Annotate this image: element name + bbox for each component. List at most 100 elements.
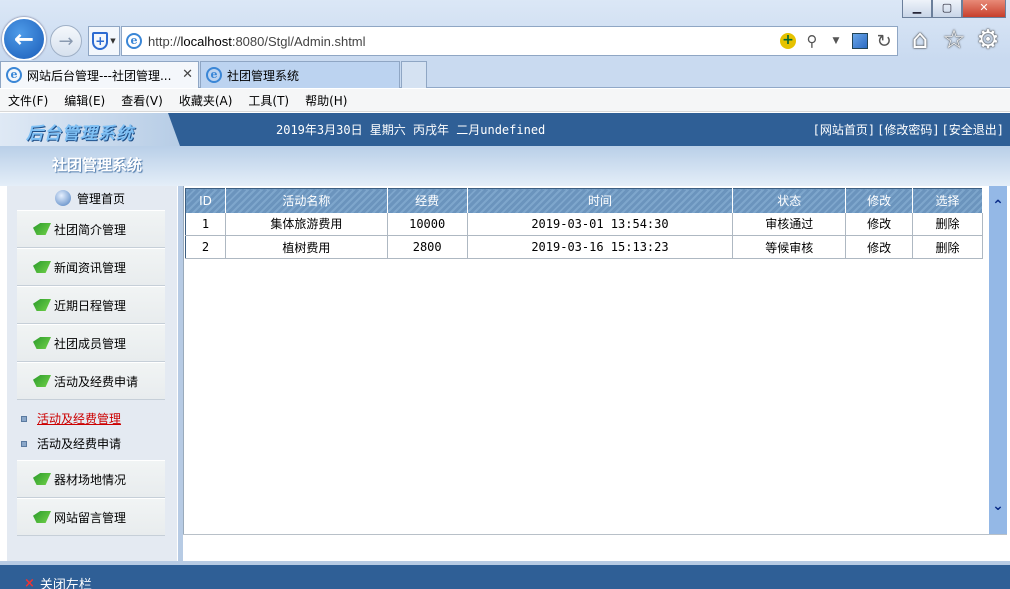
cell-name: 集体旅游费用 (225, 212, 388, 236)
sidebar-item-club-intro[interactable]: 社团简介管理 (17, 210, 165, 248)
close-icon: × (24, 576, 35, 589)
chevron-down-icon: ▼ (110, 37, 116, 45)
compatibility-dropdown-button[interactable]: + ▼ (88, 26, 120, 56)
rss-feed-icon[interactable] (851, 31, 869, 51)
table-row: 1 集体旅游费用 10000 2019-03-01 13:54:30 审核通过 … (185, 212, 983, 236)
column-header: 状态 (732, 188, 847, 213)
maximize-button[interactable]: ▢ (932, 0, 962, 18)
url-text[interactable]: http://localhost:8080/Stgl/Admin.shtml (148, 34, 366, 49)
submenu-activity-application[interactable]: 活动及经费申请 (21, 431, 177, 456)
page-title: 社团管理系统 (52, 156, 143, 174)
title-band: 社团管理系统 (0, 146, 1010, 186)
globe-icon (55, 190, 71, 206)
menu-help[interactable]: 帮助(H) (297, 92, 355, 109)
flag-icon (33, 223, 51, 235)
activity-table: ID 活动名称 经费 时间 状态 修改 选择 1 集体旅游费用 10000 20… (185, 188, 983, 259)
column-header: 时间 (467, 188, 734, 213)
footer-band: × 关闭左栏 (0, 561, 1010, 589)
menu-tools[interactable]: 工具(T) (240, 92, 297, 109)
bullet-icon (21, 415, 27, 422)
column-header: ID (185, 188, 226, 213)
cell-id: 2 (185, 235, 226, 259)
flag-icon (33, 473, 51, 485)
activities-submenu: 活动及经费管理 活动及经费申请 (7, 400, 177, 460)
forward-arrow-icon: → (58, 30, 74, 52)
flag-icon (33, 511, 51, 523)
sidebar-item-messages[interactable]: 网站留言管理 (17, 498, 165, 536)
sidebar-item-news[interactable]: 新闻资讯管理 (17, 248, 165, 286)
menu-bar: 文件(F) 编辑(E) 查看(V) 收藏夹(A) 工具(T) 帮助(H) (0, 89, 1010, 112)
cell-name: 植树费用 (225, 235, 388, 259)
ie-page-icon: e (206, 67, 222, 83)
submenu-activity-management[interactable]: 活动及经费管理 (21, 406, 177, 431)
cell-status: 等候审核 (732, 235, 847, 259)
logo: 后台管理系统 (26, 124, 134, 144)
cell-time: 2019-03-16 15:13:23 (467, 235, 734, 259)
cell-id: 1 (185, 212, 226, 236)
page-body: 后台管理系统 2019年3月30日 星期六 丙戌年 二月undefined [网… (0, 113, 1010, 589)
back-arrow-icon: ← (13, 25, 35, 53)
content-footer-strip (183, 534, 1007, 561)
change-password-link[interactable]: [修改密码] (877, 121, 939, 138)
star-icon[interactable]: ☆ (940, 26, 968, 54)
cell-budget: 10000 (387, 212, 468, 236)
tab-close-icon[interactable]: ✕ (182, 67, 193, 82)
site-home-link[interactable]: [网站首页] (813, 121, 875, 138)
cell-budget: 2800 (387, 235, 468, 259)
tab-strip: e 网站后台管理---社团管理... ✕ e 社团管理系统 (0, 60, 1010, 88)
logout-link[interactable]: [安全退出] (942, 121, 1004, 138)
address-bar[interactable]: e http://localhost:8080/Stgl/Admin.shtml… (121, 26, 898, 56)
header-band: 后台管理系统 2019年3月30日 星期六 丙戌年 二月undefined [网… (0, 113, 1010, 146)
sidebar-item-activities[interactable]: 活动及经费申请 (17, 362, 165, 400)
new-tab-button[interactable] (401, 61, 427, 88)
bullet-icon (21, 440, 27, 447)
flag-icon (33, 375, 51, 387)
search-icon[interactable]: ⚲ (803, 31, 821, 51)
ie-page-icon: e (6, 67, 22, 83)
sidebar-item-schedule[interactable]: 近期日程管理 (17, 286, 165, 324)
edit-link[interactable]: 修改 (845, 212, 914, 236)
chevron-down-icon[interactable]: ⌄ (989, 498, 1007, 518)
forward-button[interactable]: → (50, 25, 82, 57)
sidebar-item-members[interactable]: 社团成员管理 (17, 324, 165, 362)
menu-edit[interactable]: 编辑(E) (56, 92, 113, 109)
menu-view[interactable]: 查看(V) (113, 92, 171, 109)
close-sidebar-button[interactable]: × 关闭左栏 (24, 574, 92, 589)
delete-link[interactable]: 删除 (912, 212, 983, 236)
table-row: 2 植树费用 2800 2019-03-16 15:13:23 等候审核 修改 … (185, 235, 983, 259)
tab-admin[interactable]: e 网站后台管理---社团管理... ✕ (0, 61, 199, 88)
shield-icon: + (92, 32, 109, 50)
refresh-icon[interactable]: ↻ (875, 31, 893, 52)
menu-file[interactable]: 文件(F) (0, 92, 56, 109)
menu-favorites[interactable]: 收藏夹(A) (171, 92, 241, 109)
chevron-up-icon[interactable]: ⌃ (989, 198, 1007, 218)
sidebar: 管理首页 社团简介管理 新闻资讯管理 近期日程管理 社团成员管理 活动及经费申请… (7, 186, 177, 561)
close-window-button[interactable]: ✕ (962, 0, 1006, 18)
compatibility-view-icon[interactable]: + (779, 31, 797, 51)
search-dropdown-icon[interactable]: ▼ (827, 31, 845, 51)
content-scrollbar[interactable]: ⌃ ⌄ (989, 186, 1007, 534)
home-icon[interactable]: ⌂ (906, 26, 934, 54)
column-header: 活动名称 (225, 188, 388, 213)
edit-link[interactable]: 修改 (845, 235, 914, 259)
gear-icon[interactable]: ⚙ (974, 26, 1002, 54)
cell-status: 审核通过 (732, 212, 847, 236)
browser-toolbar: ← → + ▼ e http://localhost:8080/Stgl/Admi… (0, 0, 1010, 61)
column-header: 选择 (912, 188, 983, 213)
sidebar-home-label: 管理首页 (77, 191, 126, 206)
table-header-row: ID 活动名称 经费 时间 状态 修改 选择 (185, 188, 983, 213)
minimize-button[interactable]: ▁ (902, 0, 932, 18)
cell-time: 2019-03-01 13:54:30 (467, 212, 734, 236)
ie-page-icon: e (126, 33, 142, 49)
delete-link[interactable]: 删除 (912, 235, 983, 259)
column-header: 经费 (387, 188, 468, 213)
sidebar-home[interactable]: 管理首页 (7, 186, 177, 210)
main-content: ID 活动名称 经费 时间 状态 修改 选择 1 集体旅游费用 10000 20… (183, 186, 990, 534)
date-display: 2019年3月30日 星期六 丙戌年 二月undefined (276, 123, 546, 137)
column-header: 修改 (845, 188, 914, 213)
tab-club-system[interactable]: e 社团管理系统 (200, 61, 400, 88)
flag-icon (33, 299, 51, 311)
back-button[interactable]: ← (2, 17, 46, 61)
sidebar-item-equipment[interactable]: 器材场地情况 (17, 460, 165, 498)
flag-icon (33, 337, 51, 349)
